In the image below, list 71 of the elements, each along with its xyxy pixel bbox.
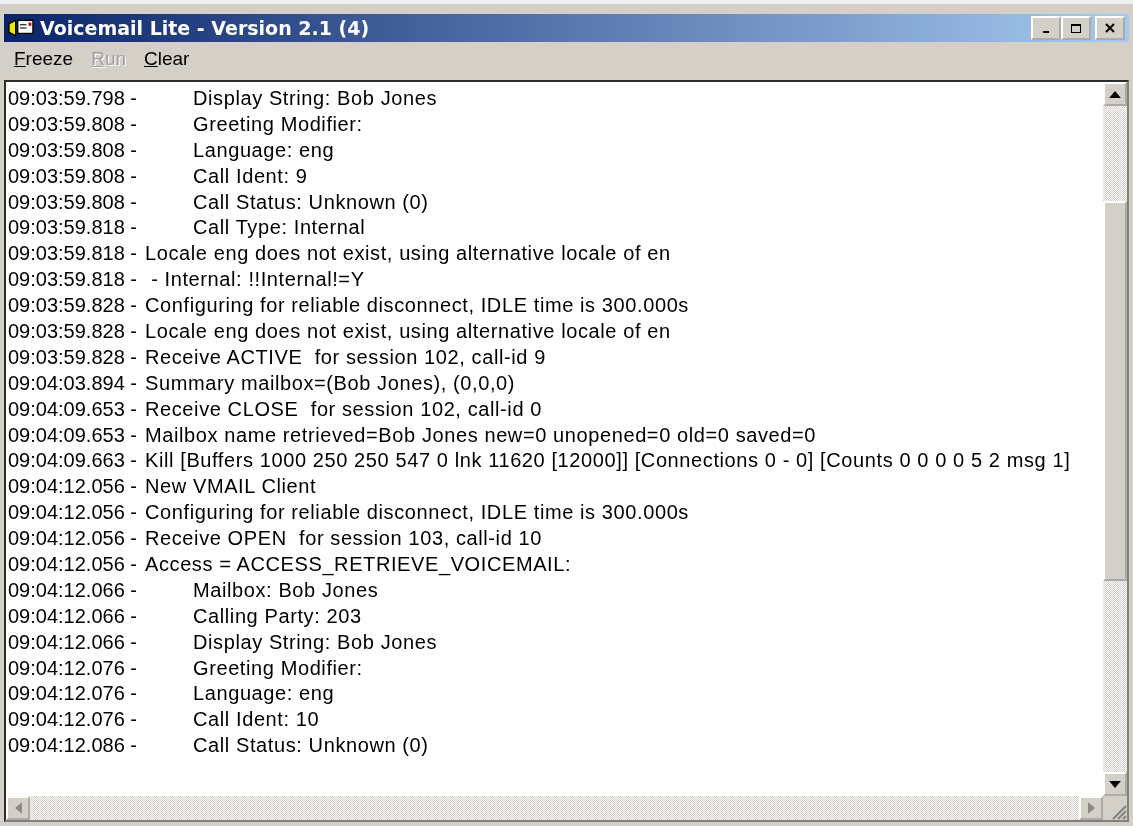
log-message: Call Type: Internal [192, 215, 366, 241]
log-timestamp: 09:03:59.828 - [8, 319, 138, 344]
log-timestamp: 09:04:12.056 - [8, 474, 138, 500]
log-message: Configuring for reliable disconnect, IDLE time is 300.000s [144, 293, 689, 319]
log-message: Language: eng [192, 137, 335, 163]
log-timestamp: 09:04:12.076 - [8, 655, 138, 681]
log-timestamp: 09:04:12.056 - [8, 500, 138, 526]
log-timestamp: 09:04:09.663 - [8, 448, 138, 474]
close-button[interactable] [1095, 16, 1125, 40]
log-timestamp: 09:04:12.076 - [8, 707, 138, 733]
scroll-up-button[interactable] [1103, 82, 1127, 106]
log-message: Call Status: Unknown (0) [192, 733, 429, 759]
log-timestamp: 09:03:59.808 - [8, 111, 138, 137]
speaker-envelope-icon [8, 17, 34, 39]
log-timestamp: 09:04:12.086 - [8, 733, 138, 759]
menu-item[interactable]: Clear [138, 48, 196, 70]
log-message: Call Status: Unknown (0) [192, 189, 429, 215]
log-timestamp: 09:03:59.808 - [8, 137, 138, 163]
log-message: Call Ident: 9 [192, 163, 308, 189]
log-timestamp: 09:03:59.798 - [8, 86, 138, 111]
up-triangle-icon [1109, 90, 1121, 98]
log-timestamp: 09:04:09.653 - [8, 396, 138, 422]
scroll-thumb[interactable] [1103, 201, 1127, 581]
window-title: Voicemail Lite - Version 2.1 (4) [40, 17, 370, 39]
menu-item[interactable]: Freeze [8, 48, 80, 70]
log-message: Receive CLOSE for session 102, call-id 0 [144, 396, 542, 422]
log-message: Greeting Modifier: [192, 111, 363, 137]
down-triangle-icon [1109, 780, 1121, 788]
log-timestamp: 09:04:03.894 - [8, 370, 138, 396]
log-timestamp: 09:04:09.653 - [8, 422, 138, 448]
log-message: Kill [Buffers 1000 250 250 547 0 lnk 11620 [12000]] [Connections 0 - 0] [Counts 0 0 0 0 5 2 msg 1] [144, 448, 1071, 474]
log-message: Greeting Modifier: [192, 655, 363, 681]
log-timestamp: 09:04:12.066 - [8, 603, 138, 629]
log-message: Call Ident: 10 [192, 707, 320, 733]
log-timestamp: 09:03:59.818 - [8, 241, 138, 267]
log-message: Locale eng does not exist, using alternative locale of en [144, 319, 671, 344]
log-message: Summary mailbox=(Bob Jones), (0,0,0) [144, 370, 516, 396]
close-icon [1104, 23, 1116, 33]
log-timestamp: 09:03:59.808 - [8, 189, 138, 215]
minimize-icon [1043, 31, 1049, 33]
log-timestamp: 09:03:59.828 - [8, 293, 138, 319]
log-message: Access = ACCESS_RETRIEVE_VOICEMAIL: [144, 552, 572, 578]
log-message: Receive ACTIVE for session 102, call-id 9 [144, 344, 546, 370]
log-timestamp: 09:04:12.056 - [8, 552, 138, 578]
log-timestamp: 09:03:59.828 - [8, 344, 138, 370]
scroll-left-button[interactable] [6, 796, 30, 820]
log-message: Display String: Bob Jones [192, 629, 437, 655]
left-triangle-icon [14, 802, 22, 814]
log-message: - Internal: !!Internal!=Y [150, 267, 365, 293]
vertical-scrollbar[interactable] [1103, 82, 1127, 796]
log-timestamp: 09:03:59.808 - [8, 163, 138, 189]
maximize-icon [1070, 23, 1082, 33]
log-message: Language: eng [192, 681, 335, 707]
log-timestamp: 09:04:12.066 - [8, 577, 138, 603]
log-message: New VMAIL Client [144, 474, 317, 500]
log-message: Mailbox name retrieved=Bob Jones new=0 unopened=0 old=0 saved=0 [144, 422, 817, 448]
scroll-down-button[interactable] [1103, 772, 1127, 796]
log-message: Configuring for reliable disconnect, IDLE time is 300.000s [144, 500, 689, 526]
log-message: Display String: Bob Jones [192, 86, 437, 111]
log-timestamp: 09:04:12.056 - [8, 526, 138, 552]
log-timestamp: 09:04:12.076 - [8, 681, 138, 707]
log-timestamp: 09:03:59.818 - [8, 215, 138, 241]
log-message: Receive OPEN for session 103, call-id 10 [144, 526, 542, 552]
log-timestamp: 09:03:59.818 - [8, 267, 138, 293]
maximize-button[interactable] [1061, 16, 1091, 40]
log-timestamp: 09:04:12.066 - [8, 629, 138, 655]
log-message: Calling Party: 203 [192, 603, 362, 629]
log-message: Locale eng does not exist, using alternative locale of en [144, 241, 671, 267]
horizontal-scrollbar[interactable] [6, 796, 1103, 820]
right-triangle-icon [1087, 802, 1095, 814]
log-message: Mailbox: Bob Jones [192, 577, 379, 603]
